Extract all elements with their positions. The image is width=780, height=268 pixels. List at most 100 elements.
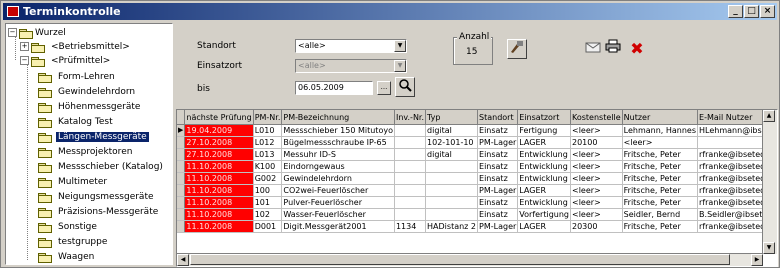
table-cell[interactable]: PM-Lager [477,220,519,233]
table-cell[interactable]: 11.10.2008 [184,208,254,221]
row-header[interactable] [177,196,186,209]
chevron-down-icon[interactable]: ▼ [394,40,406,52]
tree-item[interactable]: Messschieber (Katalog) [38,160,165,174]
date-picker-button[interactable]: ... [377,81,391,95]
table-cell[interactable]: 1134 [394,220,427,233]
row-header[interactable] [177,220,186,233]
table-cell[interactable]: D001 [253,220,283,233]
tree-item[interactable]: testgruppe [38,235,109,249]
row-header[interactable] [177,148,186,161]
table-cell[interactable] [394,196,427,209]
column-header[interactable]: Kostenstelle [570,110,623,125]
table-row[interactable]: ▶ 19.04.2009 L010 Messschieber 150 Mitutoyo… [177,124,777,137]
table-cell[interactable]: 11.10.2008 [184,160,254,173]
table-cell[interactable]: PM-Lager [477,184,519,197]
table-cell[interactable]: 101 [253,196,283,209]
table-cell[interactable]: <leer> [570,208,623,221]
table-cell[interactable]: <leer> [570,160,623,173]
row-header[interactable] [177,160,186,173]
scroll-right-icon[interactable]: ▶ [751,254,763,266]
table-row[interactable]: 11.10.2008 D001 Digit.Messgerät2001 1134 HAD… [177,220,777,233]
table-cell[interactable]: Einsatz [477,208,519,221]
table-cell[interactable]: Entwicklung [517,172,571,185]
table-row[interactable]: 11.10.2008 100 CO2wei-Feuerlöscher PM-Lager… [177,184,777,197]
column-header[interactable]: PM-Bezeichnung [281,110,395,125]
table-cell[interactable]: HADistanz 2 [425,220,479,233]
tree-item[interactable]: Katalog Test [38,115,115,129]
table-cell[interactable]: Vorfertigung [517,208,571,221]
column-header[interactable]: Einsatzort [517,110,571,125]
table-cell[interactable]: Bügelmessschraube IP-65 [281,136,395,149]
column-header[interactable]: Typ [425,110,479,125]
table-cell[interactable]: PM-Lager [477,136,519,149]
tree-root[interactable]: − Wurzel [8,26,68,40]
table-cell[interactable]: <leer> [570,172,623,185]
tree-item[interactable]: Multimeter [38,175,109,189]
table-cell[interactable]: Einsatz [477,124,519,137]
table-cell[interactable]: Wasser-Feuerlöscher [281,208,395,221]
tree-item-pruefmittel[interactable]: − <Prüfmittel> [20,54,112,68]
tree-item-betriebsmittel[interactable]: + <Betriebsmittel> [20,40,132,54]
tree-item[interactable]: Form-Lehren [38,70,117,84]
tools-button[interactable] [507,39,527,59]
table-row[interactable]: 11.10.2008 102 Wasser-Feuerlöscher Einsatz V… [177,208,777,221]
chevron-down-icon[interactable]: ▼ [394,60,406,72]
table-cell[interactable]: 11.10.2008 [184,220,254,233]
horizontal-scrollbar[interactable]: ◀ ▶ [177,253,763,266]
row-header[interactable] [177,172,186,185]
table-row[interactable]: 11.10.2008 G002 Gewindelehrdorn Einsatz Entw… [177,172,777,185]
table-cell[interactable]: Fritsche, Peter [622,148,699,161]
table-cell[interactable]: Messschieber 150 Mitutoyo [281,124,395,137]
table-cell[interactable]: <leer> [570,184,623,197]
table-cell[interactable]: LAGER [517,136,571,149]
table-cell[interactable]: L013 [253,148,283,161]
current-row-indicator[interactable]: ▶ [177,124,186,137]
table-cell[interactable]: Fritsche, Peter [622,184,699,197]
table-cell[interactable]: 100 [253,184,283,197]
table-cell[interactable]: Fritsche, Peter [622,172,699,185]
row-header[interactable] [177,184,186,197]
table-cell[interactable]: <leer> [570,148,623,161]
table-cell[interactable]: <leer> [622,136,699,149]
print-button[interactable] [603,39,623,59]
table-cell[interactable]: 19.04.2009 [184,124,254,137]
table-cell[interactable]: Fritsche, Peter [622,196,699,209]
table-cell[interactable]: G002 [253,172,283,185]
vertical-scrollbar[interactable]: ▲ ▼ [762,110,777,254]
table-cell[interactable]: LAGER [517,220,571,233]
title-bar[interactable]: Terminkontrolle _ □ × [3,3,777,20]
table-cell[interactable]: 27.10.2008 [184,148,254,161]
tree-item[interactable]: Messprojektoren [38,145,134,159]
table-cell[interactable] [394,160,427,173]
table-cell[interactable]: Fertigung [517,124,571,137]
table-cell[interactable] [425,196,479,209]
table-cell[interactable] [394,136,427,149]
tree-item[interactable]: Gewindelehrdorn [38,85,137,99]
table-cell[interactable]: LAGER [517,184,571,197]
row-header[interactable] [177,136,186,149]
table-row[interactable]: 27.10.2008 L013 Messuhr ID-S digital Einsatz… [177,148,777,161]
table-cell[interactable]: 11.10.2008 [184,196,254,209]
table-cell[interactable]: Entwicklung [517,160,571,173]
table-cell[interactable] [394,184,427,197]
column-header[interactable]: Nutzer [622,110,699,125]
mail-button[interactable] [583,39,603,59]
standort-select[interactable]: <alle> ▼ [295,39,407,53]
table-cell[interactable]: 20100 [570,136,623,149]
tree-item[interactable]: Neigungsmessgeräte [38,190,156,204]
table-cell[interactable]: Einsatz [477,160,519,173]
results-grid[interactable]: nächste Prüfung PM-Nr. PM-Bezeichnung In… [176,109,778,267]
table-row[interactable]: 11.10.2008 101 Pulver-Feuerlöscher Einsatz E… [177,196,777,209]
tree-item[interactable]: Sonstige [38,220,99,234]
table-cell[interactable]: 102-101-10 [425,136,479,149]
table-cell[interactable]: 11.10.2008 [184,184,254,197]
scroll-left-icon[interactable]: ◀ [177,254,189,266]
collapse-icon[interactable]: − [20,56,29,65]
table-cell[interactable]: CO2wei-Feuerlöscher [281,184,395,197]
table-cell[interactable]: digital [425,148,479,161]
table-cell[interactable]: Pulver-Feuerlöscher [281,196,395,209]
table-cell[interactable] [394,172,427,185]
table-cell[interactable]: Lehmann, Hannes [622,124,699,137]
scroll-down-icon[interactable]: ▼ [763,242,775,254]
collapse-icon[interactable]: − [8,28,17,37]
